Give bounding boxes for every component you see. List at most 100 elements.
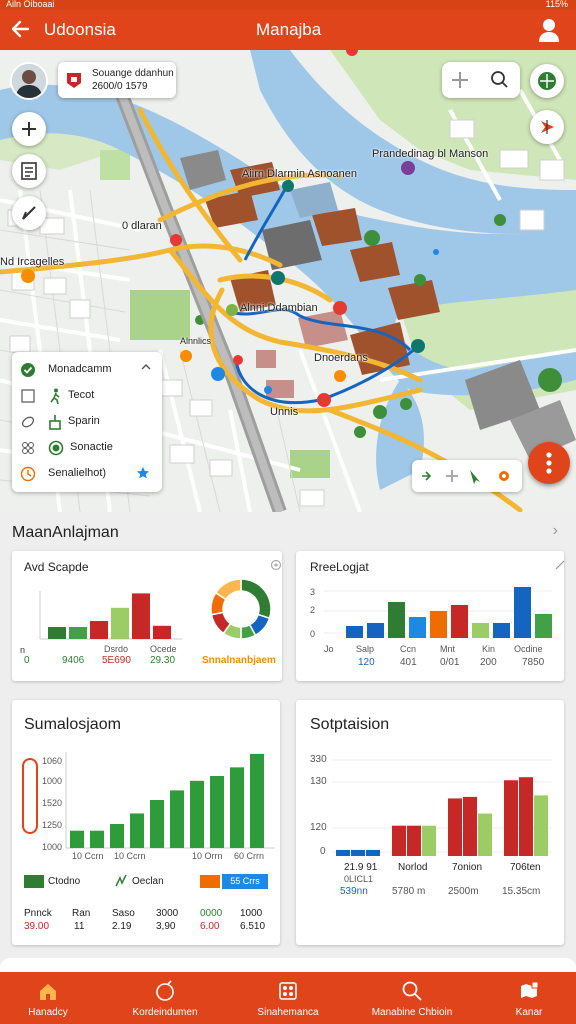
category-label: Dsrdo bbox=[104, 644, 129, 654]
checkbox-icon[interactable] bbox=[20, 388, 36, 404]
nav-item-search[interactable]: Manabine Chbioin bbox=[358, 972, 466, 1024]
bar bbox=[535, 614, 552, 638]
layer-item-label: Sonactie bbox=[70, 441, 113, 453]
card-sotptaision[interactable]: Sotptaision 330 130 120 0 21.9 91 0LICL1… bbox=[296, 700, 564, 945]
notes-button[interactable] bbox=[12, 154, 46, 188]
card-reelogjat[interactable]: RreeLogjat 3 2 0 Jo Salp Ccn Mnt Kin Ocd… bbox=[296, 551, 565, 681]
pin-tool-icon bbox=[446, 470, 458, 482]
location-icon bbox=[154, 980, 176, 1002]
map-label-poi: Prandedinag bl Manson bbox=[372, 148, 489, 160]
table-value: 39.00 bbox=[24, 921, 50, 932]
nav-label: Manabine Chbioin bbox=[371, 1007, 453, 1018]
bar bbox=[132, 593, 150, 639]
value-label: 2500m bbox=[448, 886, 479, 897]
zoom-in-button[interactable] bbox=[12, 112, 46, 146]
nav-item-location[interactable]: Kordeindumen bbox=[112, 972, 218, 1024]
axis-tick: 0 bbox=[24, 655, 30, 666]
filter-icon bbox=[452, 72, 468, 88]
axis-tick: 0 bbox=[310, 629, 316, 639]
map-label-area-g: Alnnlics bbox=[180, 336, 212, 346]
category-label: 10 Ccrn bbox=[72, 851, 104, 861]
bar bbox=[422, 825, 436, 856]
layer-item-4[interactable]: Senalielhot) bbox=[12, 462, 162, 486]
user-icon[interactable] bbox=[536, 16, 562, 44]
bar bbox=[153, 625, 171, 639]
axis-tick: 0 bbox=[320, 846, 326, 857]
bar bbox=[430, 611, 447, 638]
map-search-bar[interactable] bbox=[442, 62, 520, 98]
bar bbox=[130, 813, 144, 848]
value-label: 5E690 bbox=[102, 655, 131, 666]
nav-label: Sinahemanca bbox=[257, 1007, 319, 1018]
bar bbox=[519, 777, 533, 856]
table-head: Pnnck bbox=[24, 908, 52, 919]
nav-label: Kanar bbox=[515, 1007, 543, 1018]
my-location-button[interactable] bbox=[530, 110, 564, 144]
layer-item-3[interactable]: Sonactie bbox=[12, 436, 162, 460]
status-left: Ailn Oiboaai bbox=[6, 0, 55, 9]
bar bbox=[493, 623, 510, 638]
bottom-navigation: Hanadcy Kordeindumen Sinahemanca Manabin… bbox=[0, 972, 576, 1024]
bar bbox=[366, 849, 380, 856]
location-card[interactable]: Souange ddanhun 2600/0 1579 bbox=[58, 62, 176, 98]
more-options-button[interactable] bbox=[528, 442, 570, 484]
axis-tick: 3 bbox=[310, 587, 316, 597]
bar bbox=[150, 800, 164, 848]
chevron-right-icon[interactable]: › bbox=[553, 522, 558, 540]
layers-panel-title: Monadcamm bbox=[48, 363, 112, 375]
map-view[interactable]: Souange ddanhun 2600/0 1579 Prandedinag … bbox=[0, 50, 576, 512]
category-label: 21.9 91 bbox=[344, 862, 378, 873]
legend-swatch bbox=[200, 875, 220, 888]
card-avd-scapde[interactable]: Avd Scapde n 0 9406 Dsrdo 5E690 Ocede 29… bbox=[12, 551, 282, 681]
grouped-bar-chart bbox=[332, 759, 552, 856]
nav-item-grid[interactable]: Sinahemanca bbox=[240, 972, 336, 1024]
bar bbox=[514, 587, 531, 638]
layer-item-label: Tecot bbox=[68, 389, 95, 401]
bar bbox=[48, 627, 66, 639]
category-label: Ocdine bbox=[514, 644, 543, 654]
bar bbox=[346, 626, 363, 638]
nav-item-map[interactable]: Kanar bbox=[484, 972, 574, 1024]
nav-item-home[interactable]: Hanadcy bbox=[0, 972, 96, 1024]
layer-item-2[interactable]: Sparin bbox=[12, 410, 162, 434]
compass-button[interactable] bbox=[12, 196, 46, 230]
avatar[interactable] bbox=[10, 62, 48, 100]
table-value: 11 bbox=[74, 921, 85, 932]
bar bbox=[70, 830, 84, 848]
value-label: 200 bbox=[480, 657, 497, 668]
card-sumalosjaom[interactable]: Sumalosjaom 1060 1000 1520 1250 1000 10 … bbox=[12, 700, 280, 945]
layers-toggle-button[interactable] bbox=[530, 64, 564, 98]
star-icon[interactable] bbox=[136, 466, 150, 483]
back-arrow-icon[interactable] bbox=[8, 16, 34, 42]
donut-label: Snnalnanbjaem bbox=[202, 655, 276, 666]
radio-on-icon[interactable] bbox=[48, 440, 64, 459]
category-label: Ccn bbox=[400, 644, 417, 654]
layers-panel-header[interactable]: Monadcamm bbox=[12, 358, 162, 382]
legend-badge: 55 Crrs bbox=[222, 874, 268, 889]
bar bbox=[250, 753, 264, 848]
table-head: Saso bbox=[112, 908, 135, 919]
layer-item-1[interactable]: Tecot bbox=[12, 384, 162, 408]
category-label: 10 Orrn bbox=[192, 851, 223, 861]
category-label: Ocede bbox=[150, 644, 177, 654]
table-head: 0000 bbox=[200, 908, 223, 919]
bar bbox=[111, 607, 129, 639]
category-label: Mnt bbox=[440, 644, 456, 654]
legend-label: Oeclan bbox=[132, 876, 164, 887]
bar bbox=[170, 790, 184, 848]
bar bbox=[388, 602, 405, 638]
category-label: 60 Crrn bbox=[234, 851, 265, 861]
layer-item-label: Sparin bbox=[68, 415, 100, 427]
category-label: Jo bbox=[324, 644, 334, 654]
cluster-icon bbox=[20, 440, 36, 456]
map-label-area-c: Nd Ircagelles bbox=[0, 256, 65, 268]
chevron-up-icon[interactable] bbox=[140, 361, 152, 376]
axis-tick: 130 bbox=[310, 776, 327, 787]
value-label: 5780 m bbox=[392, 886, 426, 897]
table-head: 3000 bbox=[156, 908, 179, 919]
bar bbox=[367, 623, 384, 638]
turn-icon bbox=[422, 471, 432, 481]
value-label: 15.35cm bbox=[502, 886, 541, 897]
building-icon bbox=[48, 414, 62, 433]
category-label: Salp bbox=[356, 644, 375, 654]
